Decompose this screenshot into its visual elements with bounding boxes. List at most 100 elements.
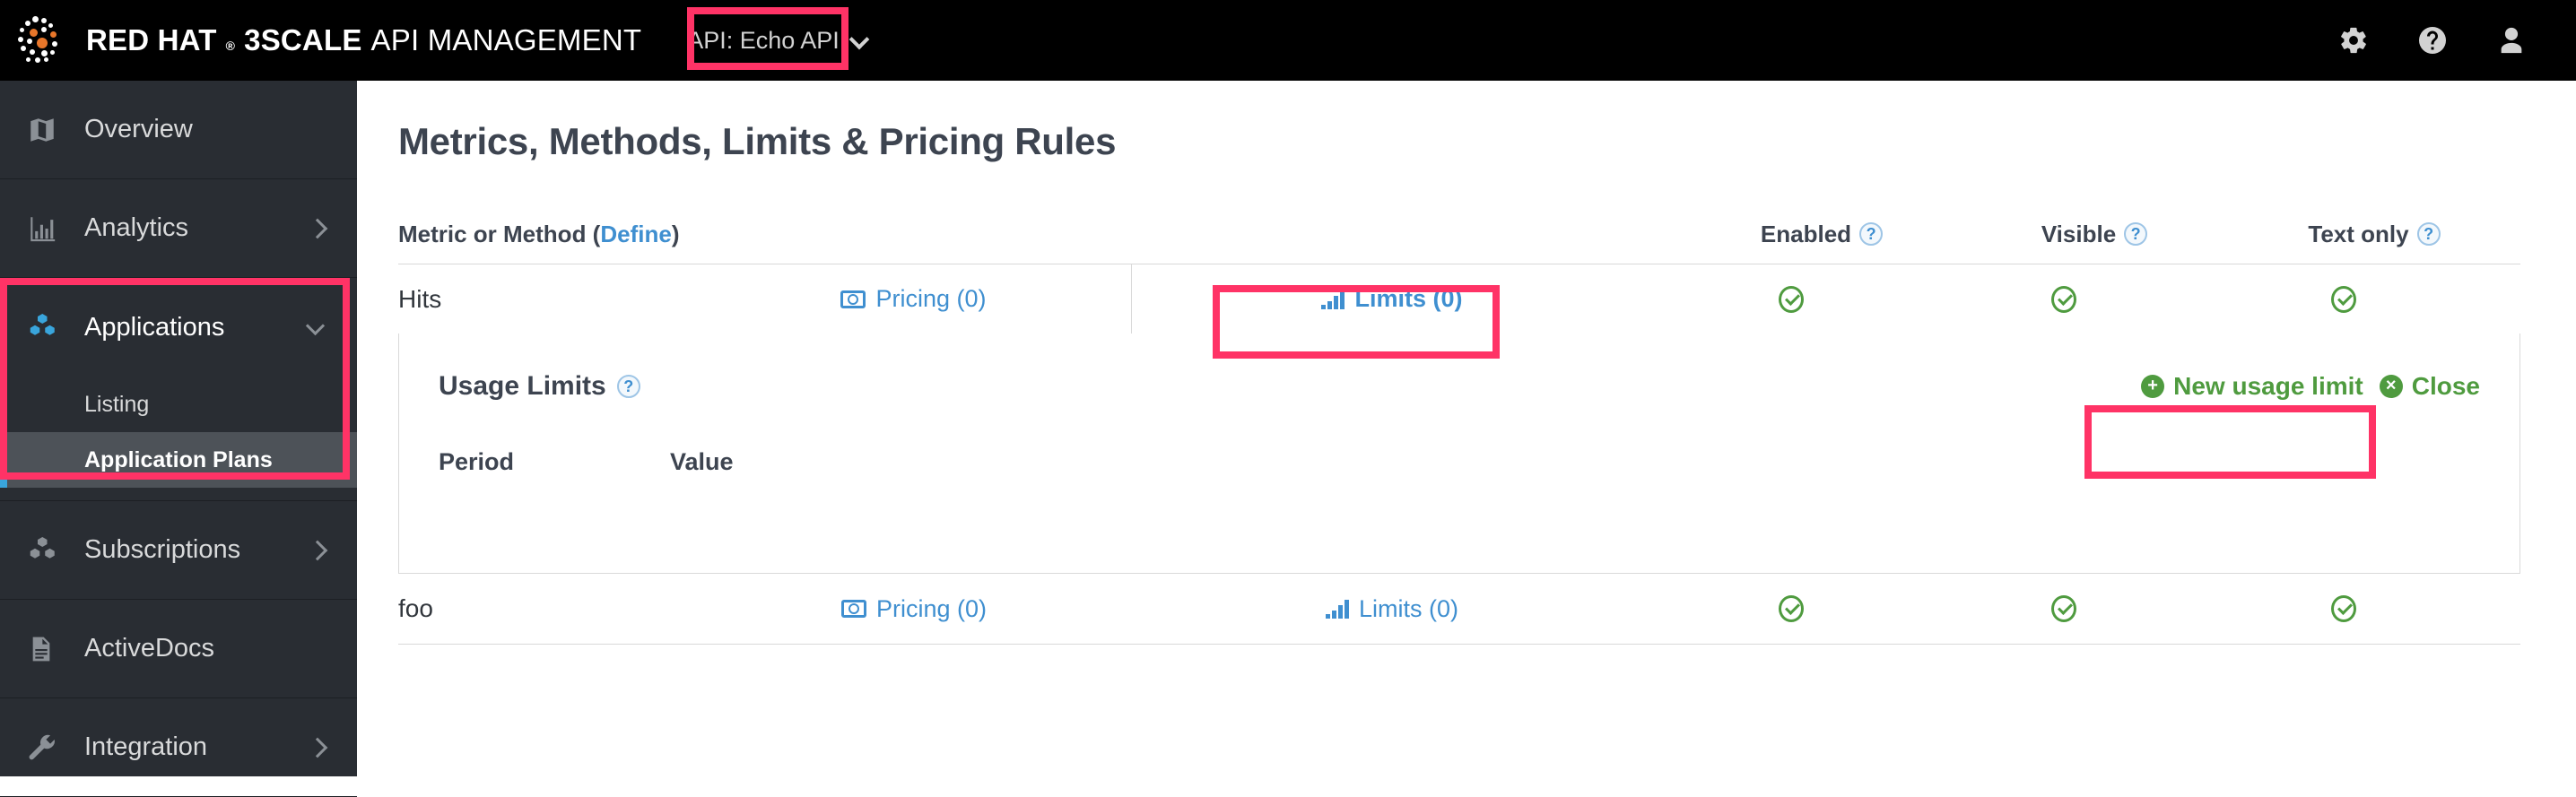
sidebar-item-application-plans[interactable]: Application Plans: [0, 432, 357, 488]
chevron-right-icon: [310, 543, 325, 558]
pricing-link[interactable]: Pricing (0): [840, 594, 988, 623]
bar-chart-icon: [27, 213, 84, 244]
limits-label: Limits (0): [1354, 285, 1463, 312]
chevron-down-icon: [851, 32, 867, 48]
limits-link[interactable]: Limits (0): [1325, 594, 1458, 623]
usage-limits-panel: Usage Limits ? + New usage limit × Close…: [398, 334, 2520, 574]
bar-chart-icon: [1325, 599, 1349, 619]
text-only-flag[interactable]: [2197, 264, 2490, 334]
metric-name: Hits: [398, 284, 442, 313]
close-circle-icon: ×: [2379, 375, 2403, 398]
sidebar-item-label: Subscriptions: [84, 535, 241, 564]
cubes-icon: [27, 311, 84, 343]
column-label: Text only: [2308, 220, 2409, 247]
red-hat-logo-icon: [14, 14, 66, 66]
sidebar-item-subscriptions[interactable]: Subscriptions: [0, 501, 357, 600]
check-circle-icon: [2331, 285, 2356, 313]
brand-3scale: 3SCALE: [244, 23, 362, 56]
document-icon: [27, 635, 84, 663]
text-only-flag[interactable]: [2197, 574, 2490, 644]
column-label: Enabled: [1760, 220, 1852, 247]
visible-flag[interactable]: [1930, 574, 2197, 644]
sidebar-item-integration[interactable]: Integration: [0, 698, 357, 797]
pricing-label: Pricing (0): [875, 594, 988, 622]
api-selector[interactable]: API: Echo API: [670, 14, 884, 66]
sidebar-item-label: Applications: [84, 312, 225, 342]
masthead: RED HAT ® 3SCALE API MANAGEMENT API: Echo…: [0, 0, 2576, 81]
help-icon[interactable]: ?: [2416, 222, 2441, 246]
column-header-text-only: Text only ?: [2228, 221, 2520, 248]
brand-text: RED HAT ® 3SCALE API MANAGEMENT: [86, 23, 641, 57]
limits-link[interactable]: Limits (0): [1321, 285, 1463, 313]
sidebar-item-applications[interactable]: Applications: [0, 278, 357, 377]
map-icon: [27, 115, 84, 145]
usage-limits-columns: Period Value: [439, 448, 2480, 476]
metric-name: foo: [398, 594, 433, 622]
metrics-table-header: Metric or Method (Define) Enabled ? Visi…: [398, 204, 2520, 264]
page-title: Metrics, Methods, Limits & Pricing Rules: [398, 120, 1117, 162]
help-icon[interactable]: ?: [1859, 222, 1884, 246]
user-icon[interactable]: [2472, 0, 2551, 81]
usage-limits-title-text: Usage Limits: [439, 371, 606, 401]
usage-limits-actions: + New usage limit × Close: [2141, 372, 2480, 401]
chevron-right-icon: [310, 741, 325, 755]
brand-product: API MANAGEMENT: [370, 23, 642, 56]
sidebar-subitem-label: Listing: [84, 391, 150, 417]
help-icon[interactable]: ?: [2124, 222, 2148, 246]
chevron-down-icon: [309, 321, 325, 334]
column-header-visible: Visible ?: [1961, 221, 2228, 248]
wrench-icon: [27, 732, 84, 763]
usage-limits-header: Usage Limits ? + New usage limit × Close: [439, 371, 2480, 402]
new-usage-limit-button[interactable]: + New usage limit: [2141, 372, 2363, 401]
check-circle-icon: [1779, 285, 1804, 313]
sidebar-item-label: ActiveDocs: [84, 634, 215, 663]
metric-header-suffix: ): [671, 220, 680, 247]
check-circle-icon: [1779, 595, 1804, 622]
check-circle-icon: [2051, 595, 2076, 622]
check-circle-icon: [2331, 595, 2356, 622]
limits-cell: Limits (0): [1132, 264, 1652, 334]
sidebar: Overview Analytics Applications Listing …: [0, 81, 357, 797]
bar-chart-icon: [1321, 290, 1345, 309]
pricing-label: Pricing (0): [875, 285, 987, 312]
brand-logo[interactable]: RED HAT ® 3SCALE API MANAGEMENT: [0, 14, 641, 66]
table-row: foo Pricing (0) Limits (0): [398, 574, 2520, 644]
enabled-flag[interactable]: [1652, 574, 1930, 644]
api-selector-label: API: Echo API: [687, 26, 840, 54]
sidebar-item-listing[interactable]: Listing: [0, 377, 357, 432]
sidebar-item-analytics[interactable]: Analytics: [0, 179, 357, 278]
enabled-flag[interactable]: [1652, 264, 1930, 334]
sidebar-item-label: Analytics: [84, 213, 189, 242]
main-content: Metrics, Methods, Limits & Pricing Rules…: [357, 81, 2576, 776]
limits-label: Limits (0): [1358, 594, 1458, 622]
gear-icon[interactable]: [2314, 0, 2393, 81]
sidebar-group-applications: Applications Listing Application Plans: [0, 278, 357, 501]
pricing-link[interactable]: Pricing (0): [840, 285, 987, 313]
cubes-icon: [27, 534, 84, 567]
brand-registered-mark: ®: [225, 39, 236, 53]
column-header-value: Value: [670, 448, 734, 475]
plus-circle-icon: +: [2141, 375, 2165, 398]
masthead-actions: [2314, 0, 2576, 81]
close-label: Close: [2411, 372, 2480, 400]
visible-flag[interactable]: [1930, 264, 2197, 334]
sidebar-subitem-label: Application Plans: [84, 446, 273, 472]
sidebar-item-label: Integration: [84, 732, 208, 761]
define-link[interactable]: Define: [600, 221, 671, 247]
new-usage-limit-label: New usage limit: [2173, 372, 2363, 400]
sidebar-item-overview[interactable]: Overview: [0, 81, 357, 179]
close-button[interactable]: × Close: [2379, 372, 2480, 401]
column-header-enabled: Enabled ?: [1683, 221, 1961, 248]
column-header-period: Period: [439, 448, 515, 475]
metric-header-prefix: Metric or Method (: [398, 220, 601, 247]
sidebar-item-activedocs[interactable]: ActiveDocs: [0, 600, 357, 698]
limits-cell: Limits (0): [1132, 574, 1652, 644]
column-label: Visible: [2041, 220, 2117, 247]
metric-or-method-header: Metric or Method (Define): [398, 221, 679, 248]
pricing-cell: Pricing (0): [696, 574, 1132, 644]
usage-limits-title: Usage Limits ?: [439, 371, 640, 402]
help-circle-icon[interactable]: [2393, 0, 2472, 81]
help-icon[interactable]: ?: [616, 375, 640, 398]
table-row: Hits Pricing (0) Limits (0): [398, 264, 2520, 334]
brand-red-hat: RED HAT: [86, 23, 217, 56]
